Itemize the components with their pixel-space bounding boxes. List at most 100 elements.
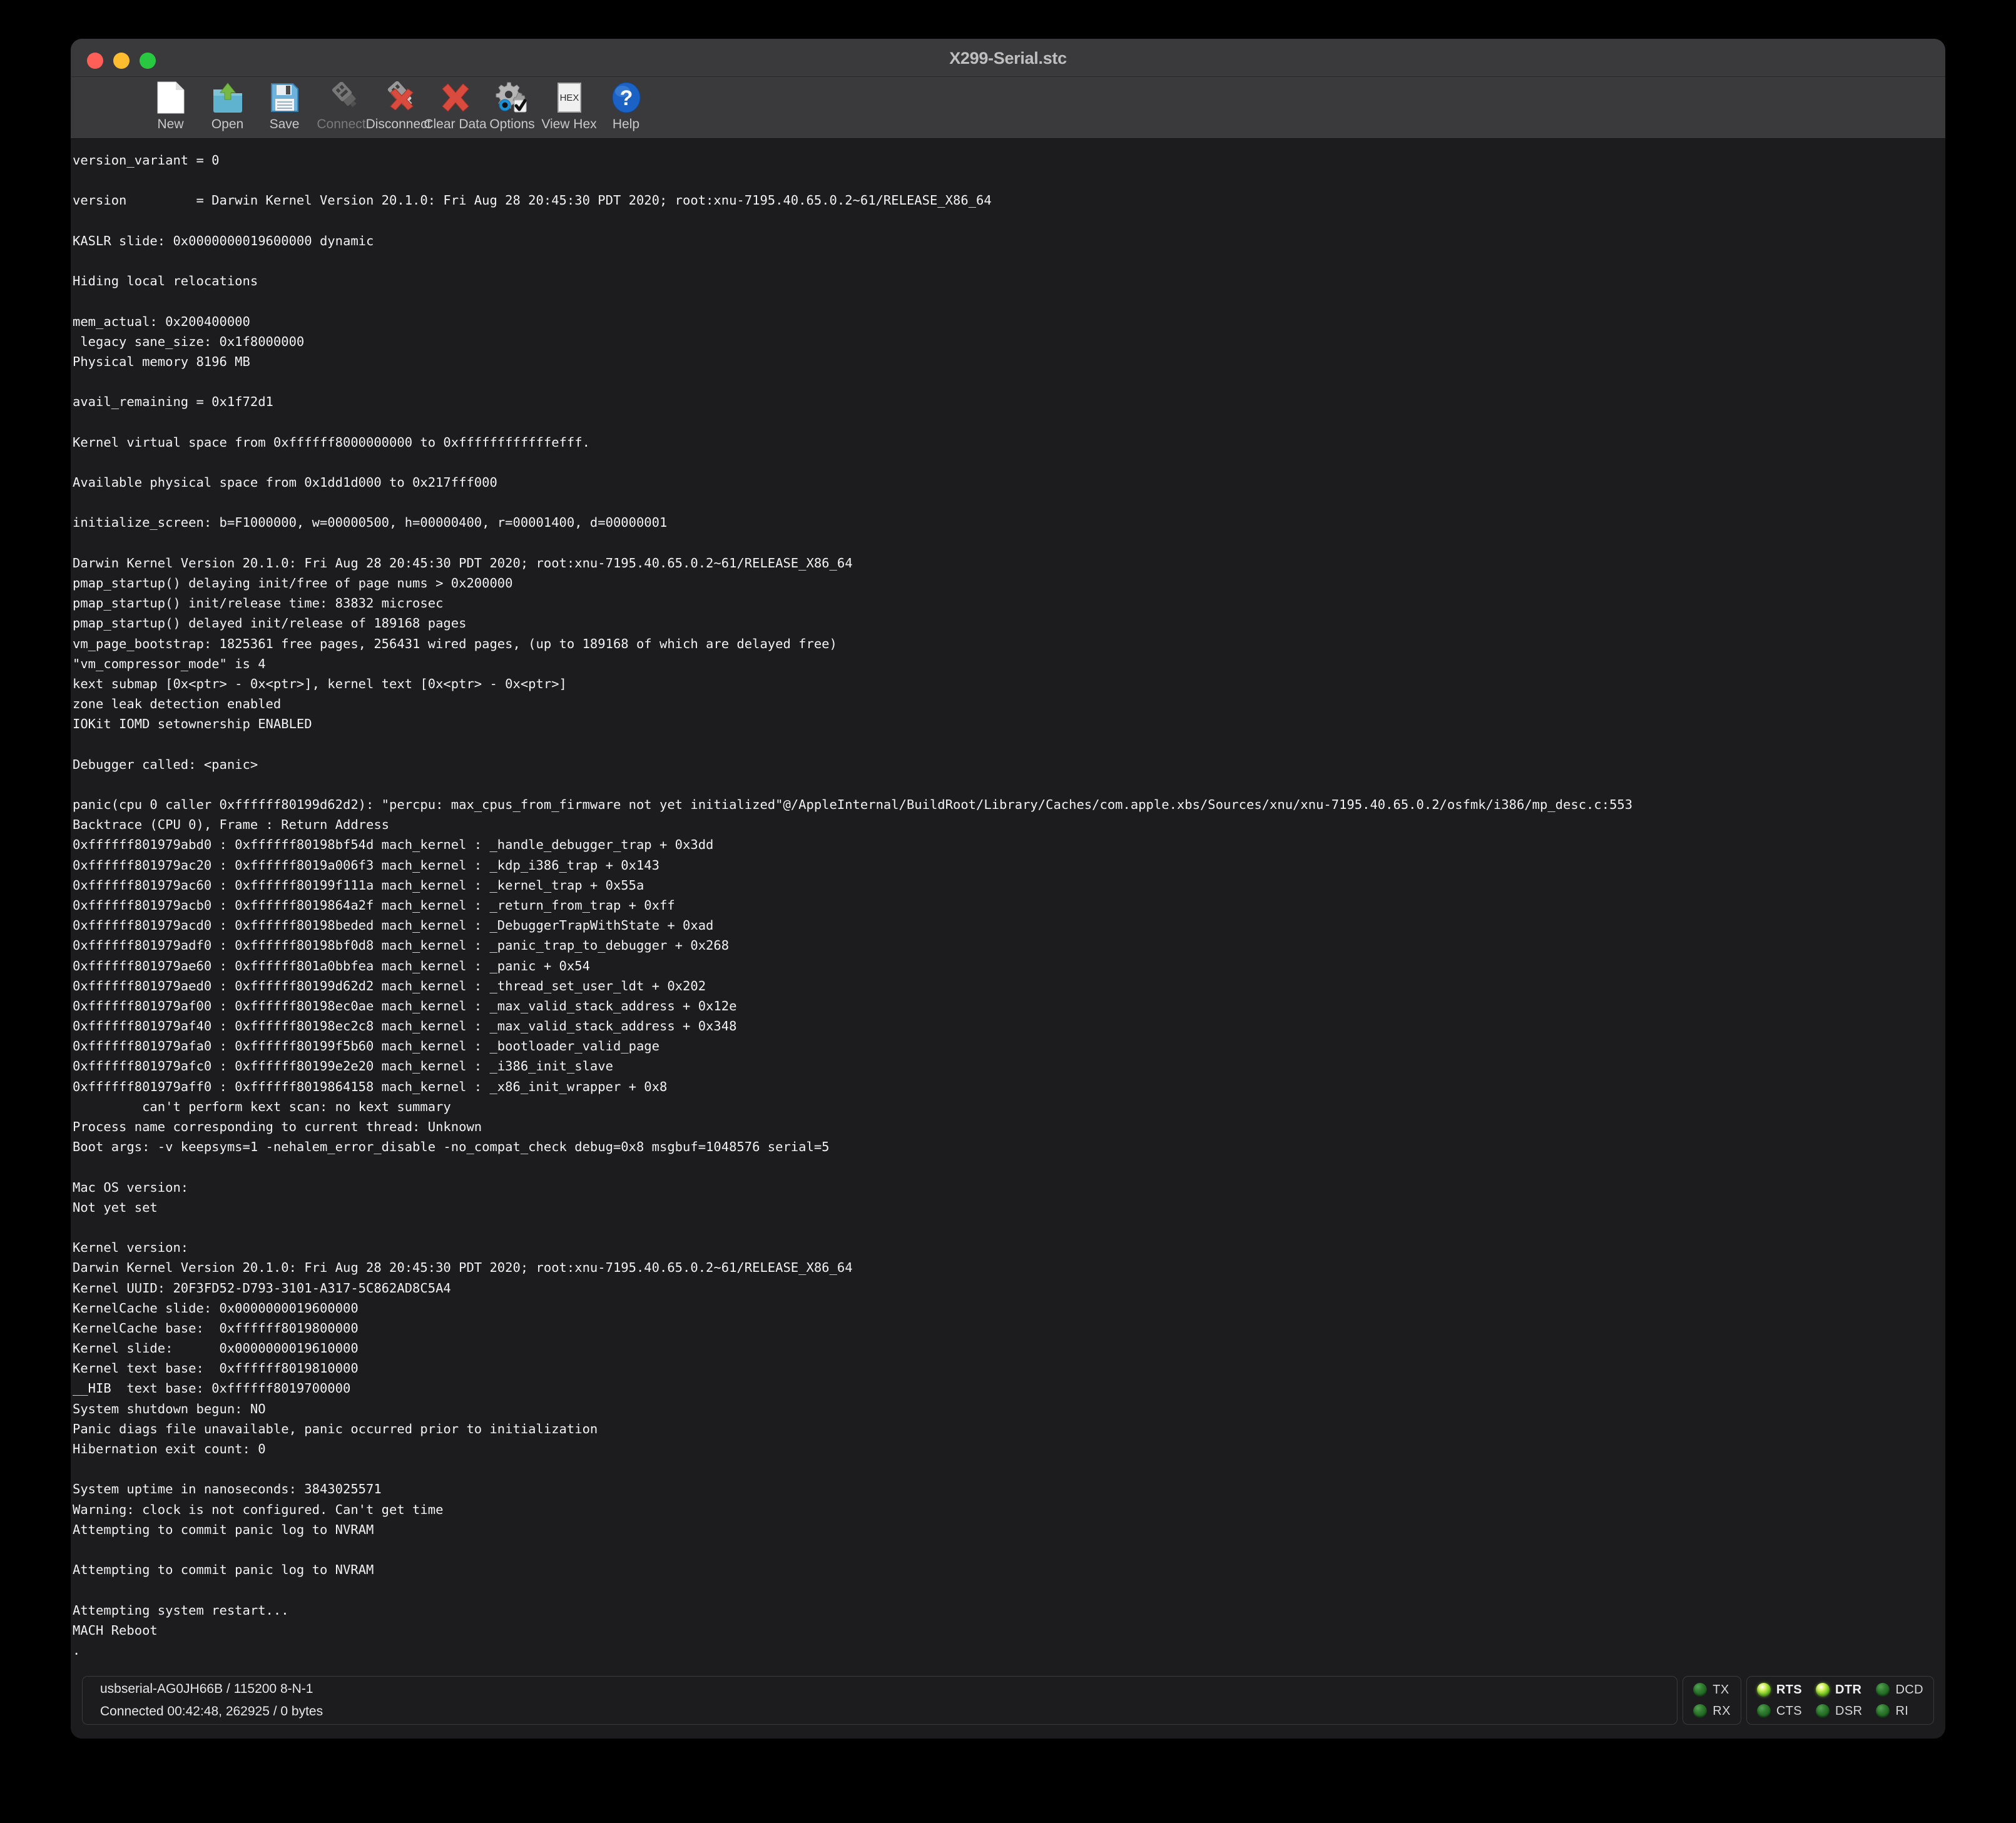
terminal-line: [71, 170, 1945, 190]
dsr-led-indicator: [1816, 1704, 1830, 1718]
terminal-line: Kernel text base: 0xffffff8019810000: [71, 1358, 1945, 1378]
terminal-line: 0xffffff801979ac20 : 0xffffff8019a006f3 …: [71, 855, 1945, 875]
traffic-led-column: TX RX: [1693, 1682, 1731, 1719]
terminal-line: Physical memory 8196 MB: [71, 352, 1945, 372]
svg-text:?: ?: [619, 86, 633, 110]
terminal-line: [71, 412, 1945, 432]
connection-status-line: Connected 00:42:48, 262925 / 0 bytes: [100, 1700, 1677, 1723]
signal-led-group: RTS CTS DTR DSR: [1746, 1676, 1934, 1725]
terminal-line: panic(cpu 0 caller 0xffffff80199d62d2): …: [71, 795, 1945, 815]
led-rts: RTS: [1757, 1682, 1802, 1697]
disconnect-button[interactable]: Disconnect: [370, 77, 427, 137]
terminal-line: Process name corresponding to current th…: [71, 1117, 1945, 1137]
tx-led-label: TX: [1713, 1683, 1729, 1697]
terminal-line: Debugger called: <panic>: [71, 754, 1945, 774]
cts-led-indicator: [1757, 1704, 1771, 1718]
terminal-line: avail_remaining = 0x1f72d1: [71, 392, 1945, 412]
terminal-line: [71, 774, 1945, 795]
terminal-line: [71, 211, 1945, 231]
new-button[interactable]: New: [142, 77, 199, 137]
options-button-label: Options: [489, 117, 534, 132]
dcd-ri-column: DCD RI: [1876, 1682, 1923, 1719]
options-button[interactable]: Options: [484, 77, 541, 137]
terminal-line: System shutdown begun: NO: [71, 1399, 1945, 1419]
led-dtr: DTR: [1816, 1682, 1862, 1697]
status-bar: usbserial-AG0JH66B / 115200 8-N-1 Connec…: [71, 1668, 1945, 1739]
connection-info-panel: usbserial-AG0JH66B / 115200 8-N-1 Connec…: [82, 1676, 1677, 1725]
terminal-line: Attempting to commit panic log to NVRAM: [71, 1520, 1945, 1540]
terminal-line: Backtrace (CPU 0), Frame : Return Addres…: [71, 815, 1945, 835]
terminal-line: [71, 452, 1945, 472]
rx-led-label: RX: [1713, 1704, 1731, 1719]
terminal-line: System uptime in nanoseconds: 3843025571: [71, 1479, 1945, 1499]
ri-led-indicator: [1876, 1704, 1890, 1718]
terminal-output[interactable]: version_variant = 0 version = Darwin Ker…: [71, 139, 1945, 1668]
terminal-line: __HIB text base: 0xffffff8019700000: [71, 1378, 1945, 1398]
floppy-disk-icon: [267, 79, 303, 116]
help-button[interactable]: ? Help: [598, 77, 654, 137]
svg-text:HEX: HEX: [559, 93, 579, 103]
terminal-line: 0xffffff801979adf0 : 0xffffff80198bf0d8 …: [71, 935, 1945, 955]
view-hex-button-label: View Hex: [541, 117, 596, 132]
terminal-line: [71, 1157, 1945, 1177]
serial-port-line: usbserial-AG0JH66B / 115200 8-N-1: [100, 1678, 1677, 1700]
new-button-label: New: [157, 117, 183, 132]
terminal-line: Attempting system restart...: [71, 1600, 1945, 1620]
terminal-line: 0xffffff801979aed0 : 0xffffff80199d62d2 …: [71, 976, 1945, 996]
cts-led-label: CTS: [1776, 1704, 1802, 1719]
open-button-label: Open: [211, 117, 243, 132]
led-tx: TX: [1693, 1682, 1731, 1697]
save-button[interactable]: Save: [256, 77, 313, 137]
terminal-line: 0xffffff801979afa0 : 0xffffff80199f5b60 …: [71, 1036, 1945, 1056]
view-hex-button[interactable]: HEX View Hex: [541, 77, 598, 137]
help-button-label: Help: [613, 117, 639, 132]
traffic-led-group: TX RX: [1683, 1676, 1741, 1725]
terminal-line: can't perform kext scan: no kext summary: [71, 1097, 1945, 1117]
usb-plug-icon: [323, 79, 360, 116]
led-rx: RX: [1693, 1704, 1731, 1719]
open-button[interactable]: Open: [199, 77, 256, 137]
connect-button[interactable]: Connect: [313, 77, 370, 137]
terminal-line: KernelCache slide: 0x0000000019600000: [71, 1298, 1945, 1318]
dcd-led-indicator: [1876, 1683, 1890, 1697]
serial-terminal-window: X299-Serial.stc New Open: [71, 39, 1945, 1739]
terminal-line: version_variant = 0: [71, 150, 1945, 170]
terminal-line: 0xffffff801979af40 : 0xffffff80198ec2c8 …: [71, 1016, 1945, 1036]
terminal-line: 0xffffff801979ac60 : 0xffffff80199f111a …: [71, 875, 1945, 895]
dtr-led-indicator: [1816, 1683, 1830, 1697]
terminal-line: Kernel version:: [71, 1237, 1945, 1257]
terminal-line: [71, 533, 1945, 553]
terminal-line: Darwin Kernel Version 20.1.0: Fri Aug 28…: [71, 553, 1945, 573]
terminal-line: Hibernation exit count: 0: [71, 1439, 1945, 1459]
red-x-icon: [437, 79, 474, 116]
dcd-led-label: DCD: [1895, 1683, 1923, 1697]
led-dcd: DCD: [1876, 1682, 1923, 1697]
terminal-line: [71, 1580, 1945, 1600]
question-mark-icon: ?: [608, 79, 644, 116]
rts-led-label: RTS: [1776, 1683, 1802, 1697]
terminal-line: Attempting to commit panic log to NVRAM: [71, 1560, 1945, 1580]
new-document-icon: [153, 79, 189, 116]
terminal-line: [71, 251, 1945, 271]
terminal-line: Panic diags file unavailable, panic occu…: [71, 1419, 1945, 1439]
clear-data-button[interactable]: Clear Data: [427, 77, 484, 137]
ri-led-label: RI: [1895, 1704, 1908, 1719]
terminal-line: Hiding local relocations: [71, 271, 1945, 291]
terminal-line: vm_page_bootstrap: 1825361 free pages, 2…: [71, 634, 1945, 654]
terminal-line: 0xffffff801979acd0 : 0xffffff80198beded …: [71, 915, 1945, 935]
hex-page-icon: HEX: [551, 79, 588, 116]
terminal-line: pmap_startup() delaying init/free of pag…: [71, 573, 1945, 593]
terminal-line: [71, 372, 1945, 392]
terminal-line: Warning: clock is not configured. Can't …: [71, 1500, 1945, 1520]
terminal-line: KASLR slide: 0x0000000019600000 dynamic: [71, 231, 1945, 251]
dtr-dsr-column: DTR DSR: [1816, 1682, 1862, 1719]
terminal-line: [71, 1459, 1945, 1479]
disconnect-button-label: Disconnect: [366, 117, 431, 132]
terminal-line: 0xffffff801979aff0 : 0xffffff8019864158 …: [71, 1077, 1945, 1097]
terminal-line: [71, 291, 1945, 311]
terminal-line: pmap_startup() init/release time: 83832 …: [71, 593, 1945, 613]
terminal-line: zone leak detection enabled: [71, 694, 1945, 714]
terminal-line: 0xffffff801979afc0 : 0xffffff80199e2e20 …: [71, 1056, 1945, 1076]
terminal-line: Darwin Kernel Version 20.1.0: Fri Aug 28…: [71, 1257, 1945, 1277]
terminal-line: KernelCache base: 0xffffff8019800000: [71, 1318, 1945, 1338]
